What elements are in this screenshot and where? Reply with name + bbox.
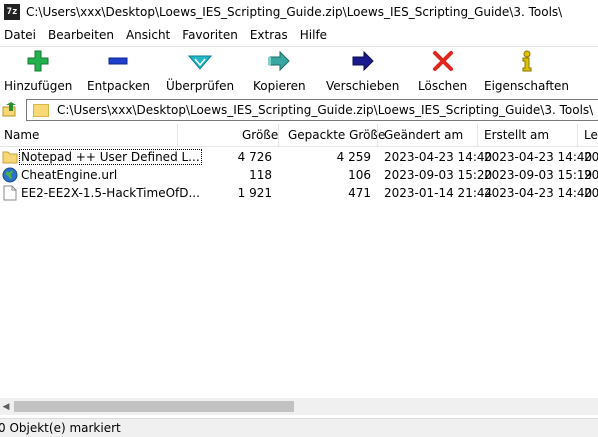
- column-divider[interactable]: [477, 124, 478, 146]
- plus-icon: [26, 49, 50, 73]
- file-packed-size: 106: [348, 168, 371, 182]
- move-arrow-icon: [351, 49, 375, 73]
- folder-icon: [33, 103, 49, 117]
- column-accessed[interactable]: Let: [584, 128, 598, 142]
- scrollbar-thumb[interactable]: [14, 401, 294, 412]
- file-created: 2023-09-03 15:19: [484, 168, 593, 182]
- file-name: EE2-EE2X-1.5-HackTimeOfD...: [21, 186, 200, 200]
- add-button[interactable]: Hinzufügen: [4, 49, 72, 97]
- file-icon: [2, 185, 18, 201]
- column-name[interactable]: Name: [4, 128, 39, 142]
- delete-button[interactable]: Löschen: [418, 49, 467, 97]
- test-button-label: Überprüfen: [166, 79, 235, 93]
- status-text: 0 Objekt(e) markiert: [0, 421, 121, 435]
- menu-datei[interactable]: Datei: [0, 28, 42, 42]
- column-size[interactable]: Größe: [242, 128, 278, 142]
- extract-button[interactable]: Entpacken: [87, 49, 150, 97]
- menu-hilfe[interactable]: Hilfe: [296, 28, 333, 42]
- add-button-label: Hinzufügen: [4, 79, 73, 93]
- test-button[interactable]: Überprüfen: [166, 49, 234, 97]
- file-name: Notepad ++ User Defined L...: [19, 149, 202, 165]
- path-bar: C:\Users\xxx\Desktop\Loews_IES_Scripting…: [0, 98, 598, 122]
- copy-button-label: Kopieren: [253, 79, 306, 93]
- file-created: 2023-04-23 14:40: [484, 186, 593, 200]
- file-accessed: 202: [584, 168, 598, 182]
- file-name-cell: Notepad ++ User Defined L...: [2, 149, 202, 165]
- horizontal-scrollbar[interactable]: ◀: [0, 398, 598, 415]
- properties-button[interactable]: Eigenschaften: [484, 49, 569, 97]
- column-divider[interactable]: [177, 124, 178, 146]
- table-row[interactable]: CheatEngine.url 118 106 2023-09-03 15:20…: [0, 166, 598, 184]
- file-name: CheatEngine.url: [21, 168, 118, 182]
- file-packed-size: 4 259: [336, 150, 371, 164]
- path-input[interactable]: C:\Users\xxx\Desktop\Loews_IES_Scripting…: [26, 99, 598, 121]
- properties-button-label: Eigenschaften: [484, 79, 570, 93]
- file-size: 4 726: [237, 150, 272, 164]
- file-name-cell: EE2-EE2X-1.5-HackTimeOfD...: [2, 185, 201, 201]
- title-bar: 7z C:\Users\xxx\Desktop\Loews_IES_Script…: [0, 0, 598, 24]
- file-modified: 2023-01-14 21:44: [384, 186, 493, 200]
- check-icon: [188, 49, 213, 73]
- delete-button-label: Löschen: [418, 79, 468, 93]
- file-modified: 2023-09-03 15:20: [384, 168, 493, 182]
- menu-bearbeiten[interactable]: Bearbeiten: [44, 28, 120, 42]
- path-text: C:\Users\xxx\Desktop\Loews_IES_Scripting…: [57, 103, 594, 117]
- file-size: 118: [249, 168, 272, 182]
- menu-extras[interactable]: Extras: [246, 28, 294, 42]
- column-divider[interactable]: [377, 124, 378, 146]
- folder-up-icon: [2, 102, 16, 117]
- minus-icon: [106, 49, 130, 73]
- move-button[interactable]: Verschieben: [326, 49, 399, 97]
- delete-icon: [431, 49, 455, 73]
- file-accessed: 202: [584, 150, 598, 164]
- file-name-cell: CheatEngine.url: [2, 167, 118, 183]
- menu-ansicht[interactable]: Ansicht: [122, 28, 176, 42]
- menu-favoriten[interactable]: Favoriten: [178, 28, 244, 42]
- info-icon: [515, 49, 539, 73]
- column-divider[interactable]: [577, 124, 578, 146]
- folder-up-button[interactable]: [1, 101, 19, 119]
- copy-arrow-icon: [267, 49, 291, 73]
- toolbar: Hinzufügen Entpacken Überprüfen Kopieren…: [0, 46, 598, 97]
- column-modified[interactable]: Geändert am: [384, 128, 463, 142]
- file-accessed: 202: [584, 186, 598, 200]
- table-row[interactable]: Notepad ++ User Defined L... 4 726 4 259…: [0, 148, 598, 166]
- 7zip-app-icon: 7z: [4, 4, 20, 20]
- scroll-left-icon[interactable]: ◀: [1, 401, 11, 412]
- file-size: 1 921: [237, 186, 272, 200]
- column-packed-size[interactable]: Gepackte Größe: [288, 128, 385, 142]
- copy-button[interactable]: Kopieren: [253, 49, 306, 97]
- column-created[interactable]: Erstellt am: [484, 128, 549, 142]
- column-divider[interactable]: [278, 124, 279, 146]
- file-created: 2023-04-23 14:40: [484, 150, 593, 164]
- list-header: Name Größe Gepackte Größe Geändert am Er…: [0, 124, 598, 147]
- file-modified: 2023-04-23 14:40: [384, 150, 493, 164]
- folder-icon: [2, 149, 18, 165]
- move-button-label: Verschieben: [326, 79, 400, 93]
- window-title: C:\Users\xxx\Desktop\Loews_IES_Scripting…: [26, 5, 563, 19]
- file-list: Name Größe Gepackte Größe Geändert am Er…: [0, 124, 598, 415]
- globe-icon: [2, 167, 18, 183]
- status-bar: 0 Objekt(e) markiert: [0, 418, 598, 437]
- menu-bar: Datei Bearbeiten Ansicht Favoriten Extra…: [0, 26, 335, 44]
- extract-button-label: Entpacken: [87, 79, 150, 93]
- table-row[interactable]: EE2-EE2X-1.5-HackTimeOfD... 1 921 471 20…: [0, 184, 598, 202]
- file-packed-size: 471: [348, 186, 371, 200]
